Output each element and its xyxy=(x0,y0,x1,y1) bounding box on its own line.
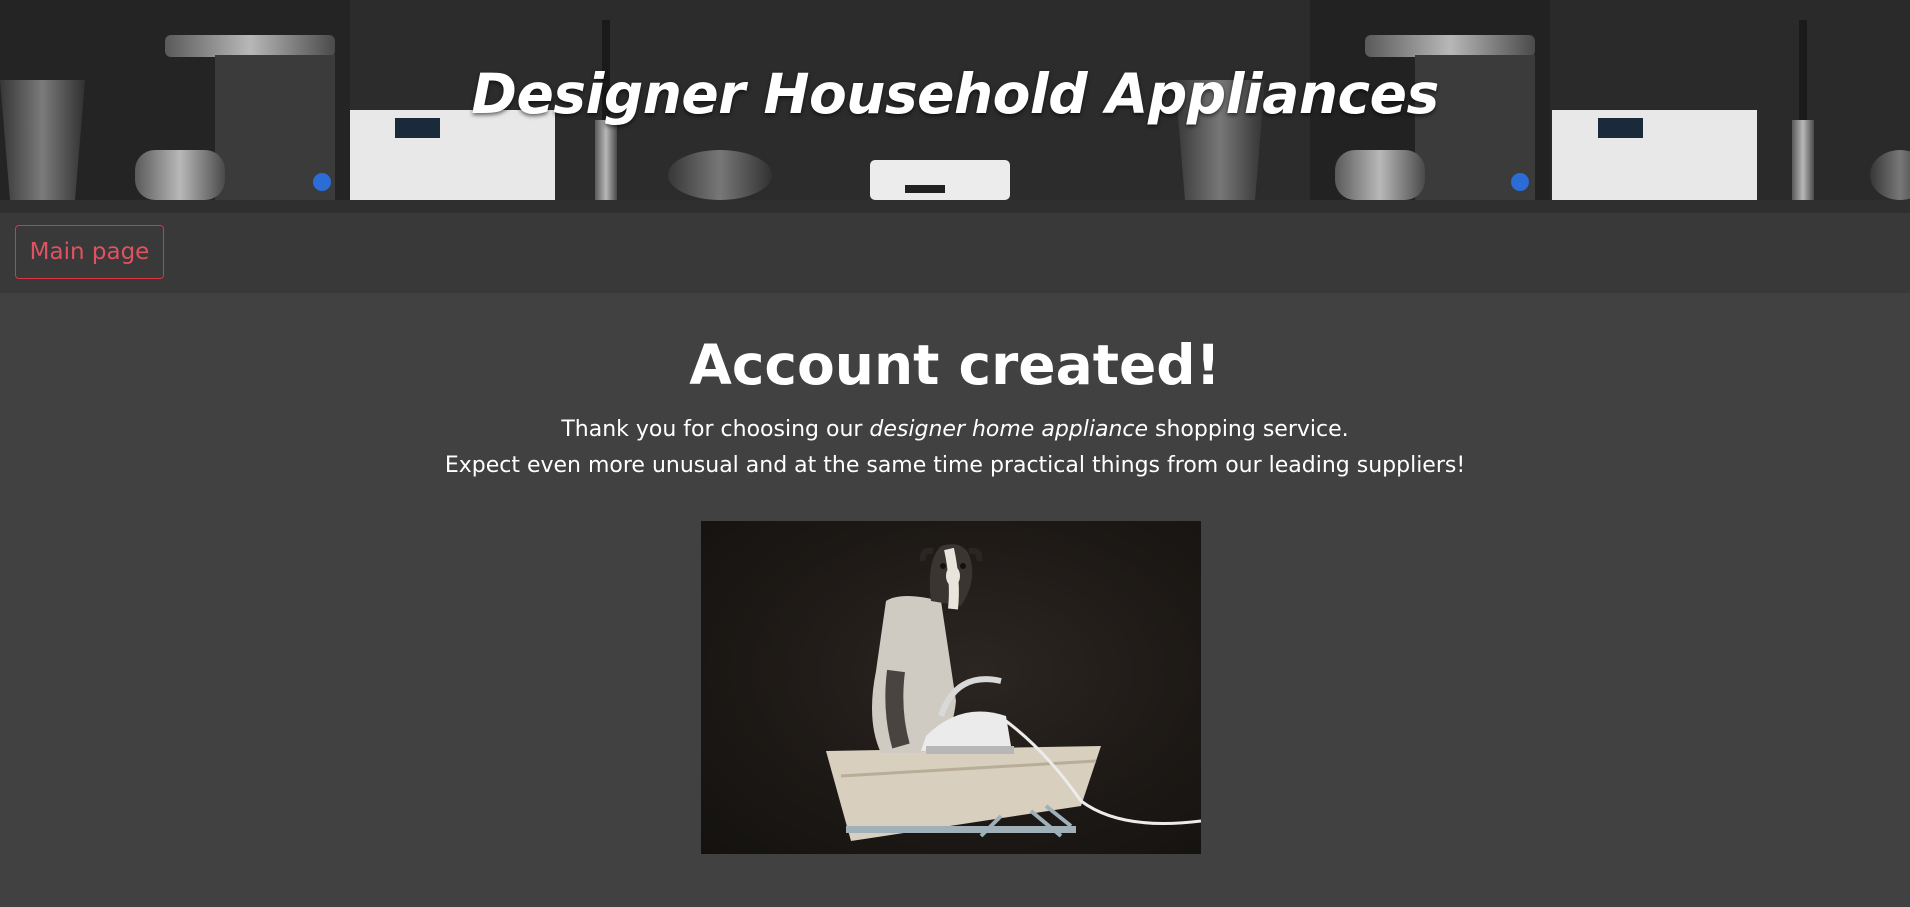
header-banner: Designer Household Appliances xyxy=(0,0,1910,200)
main-page-button[interactable]: Main page xyxy=(15,225,164,279)
main-content: Account created! Thank you for choosing … xyxy=(0,293,1910,907)
navigation-bar: Main page xyxy=(0,213,1910,293)
supplier-message: Expect even more unusual and at the same… xyxy=(444,453,1466,478)
dog-ironing-photo xyxy=(701,521,1201,854)
dog-ironing-illustration xyxy=(826,544,1201,841)
thank-you-text-emphasis: designer home appliance xyxy=(869,417,1149,442)
thank-you-text-start: Thank you for choosing our xyxy=(561,417,870,442)
site-title: Designer Household Appliances xyxy=(471,62,1439,126)
thank-you-text-end: shopping service. xyxy=(1148,417,1349,442)
thank-you-message: Thank you for choosing our designer home… xyxy=(0,417,1910,442)
page-title: Account created! xyxy=(689,333,1221,397)
banner-divider xyxy=(0,200,1910,213)
